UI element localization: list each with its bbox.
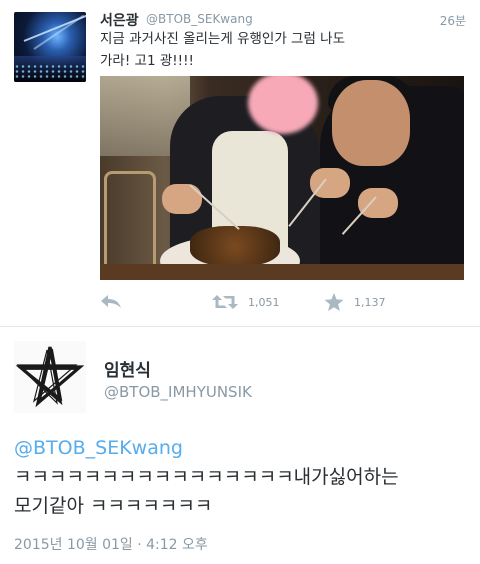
star-logo-icon bbox=[15, 346, 85, 408]
tweet-time: 26분 bbox=[439, 14, 466, 28]
tweet-text-line: 모기같아 ㅋㅋㅋㅋㅋㅋㅋ bbox=[14, 495, 213, 517]
tweet-actions: 1,051 1,137 bbox=[100, 290, 466, 314]
user-avatar[interactable] bbox=[14, 341, 86, 413]
tweet-text: 지금 과거사진 올리는게 유행인가 그럼 나도 가라! 고1 광!!!! bbox=[100, 28, 460, 72]
reply-button[interactable] bbox=[100, 290, 122, 314]
user-avatar[interactable] bbox=[14, 12, 86, 82]
display-name[interactable]: 서은광 bbox=[100, 10, 139, 30]
tweet-timeline-item[interactable]: 서은광 @BTOB_SEKwang 26분 지금 과거사진 올리는게 유행인가 … bbox=[0, 0, 480, 326]
retweet-button[interactable]: 1,051 bbox=[212, 290, 280, 314]
user-handle[interactable]: @BTOB_IMHYUNSIK bbox=[104, 383, 252, 401]
retweet-icon bbox=[212, 295, 238, 309]
tweet-photo[interactable] bbox=[100, 76, 464, 280]
tweet-divider bbox=[0, 326, 480, 327]
favorite-button[interactable]: 1,137 bbox=[324, 290, 386, 314]
favorite-count: 1,137 bbox=[354, 295, 386, 309]
user-handle[interactable]: @BTOB_SEKwang bbox=[146, 12, 253, 26]
display-name[interactable]: 임현식 bbox=[104, 356, 151, 381]
retweet-count: 1,051 bbox=[248, 295, 280, 309]
tweet-text: @BTOB_SEKwang ㅋㅋㅋㅋㅋㅋㅋㅋㅋㅋㅋㅋㅋㅋㅋㅋ내가싫어하는 모기같… bbox=[14, 434, 470, 521]
tweet-timestamp[interactable]: 2015년 10월 01일 · 4:12 오후 bbox=[14, 534, 208, 554]
favorite-icon bbox=[324, 292, 344, 311]
mention-link[interactable]: @BTOB_SEKwang bbox=[14, 434, 470, 463]
tweet-text-line: ㅋㅋㅋㅋㅋㅋㅋㅋㅋㅋㅋㅋㅋㅋㅋㅋ내가싫어하는 bbox=[14, 466, 399, 488]
reply-icon bbox=[101, 295, 121, 308]
tweet-text-line: 지금 과거사진 올리는게 유행인가 그럼 나도 bbox=[100, 31, 346, 47]
tweet-text-line: 가라! 고1 광!!!! bbox=[100, 53, 194, 69]
